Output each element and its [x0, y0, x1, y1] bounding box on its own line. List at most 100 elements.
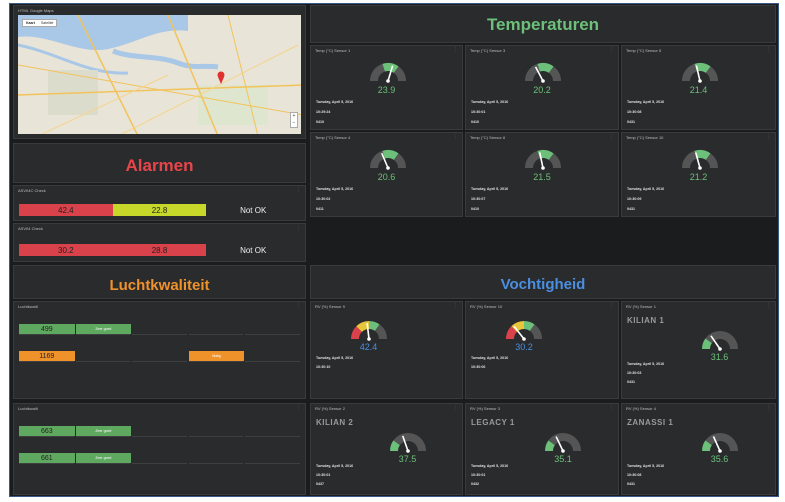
- lk-value-text: 661: [40, 454, 53, 462]
- gauge-panel-title: RV (%) Sensor 4: [626, 406, 656, 411]
- panel-menu-icon[interactable]: ⋮: [296, 225, 301, 231]
- panel-menu-icon[interactable]: ⋮: [296, 303, 301, 309]
- lk-value: 1169: [19, 351, 75, 361]
- map-zoom-control[interactable]: + −: [290, 112, 298, 128]
- temperaturen-title: Temperaturen: [486, 15, 600, 34]
- lk-value-text: 499: [40, 325, 53, 333]
- gauge-band: [537, 63, 554, 74]
- gauge-hub: [541, 166, 545, 170]
- gauge-band: [705, 153, 718, 169]
- gauge-value: 42.4: [359, 342, 378, 352]
- panel-menu-icon[interactable]: ⋮: [609, 47, 614, 53]
- lk-grid-line: [132, 334, 187, 335]
- panel-menu-icon[interactable]: ⋮: [453, 47, 458, 53]
- gauge-value: 37.5: [398, 454, 417, 464]
- panel-menu-icon[interactable]: ⋮: [609, 303, 614, 309]
- gauge-panel-title: RV (%) Sensor 2: [315, 406, 345, 411]
- alarm-status: Not OK: [206, 244, 300, 256]
- panel-menu-icon[interactable]: ⋮: [766, 134, 771, 140]
- gauge-dial: [701, 331, 738, 351]
- map-view[interactable]: Kaart Satelliet + −: [18, 15, 301, 134]
- gauge-extra: 0411: [316, 207, 324, 211]
- rh-gauge-panel: RV (%) Sensor 10 ⋮ 30.2 Tuesday, April 5, 2…: [465, 301, 619, 399]
- lk-grid-line: [188, 334, 244, 335]
- gauge-hub: [405, 449, 410, 453]
- gauge-time: 10:30:10: [316, 365, 331, 369]
- lk-grid-line: [188, 361, 244, 362]
- gauge-band: [693, 150, 711, 161]
- gauge-date: Tuesday, April 5, 2016: [316, 187, 354, 191]
- lk-row: 663 Zeer goed: [19, 426, 300, 437]
- gauge-time: 10:30:01: [316, 473, 331, 477]
- gauge-time: 10:30:07: [471, 197, 486, 201]
- gauge-extra: 0431: [627, 207, 635, 211]
- gauge-band: [681, 63, 697, 82]
- panel-menu-icon[interactable]: ⋮: [296, 187, 301, 193]
- panel-menu-icon[interactable]: ⋮: [453, 405, 458, 411]
- panel-menu-icon[interactable]: ⋮: [766, 47, 771, 53]
- map-type-satellite-button[interactable]: Satelliet: [38, 20, 56, 26]
- lk-grid-line: [132, 463, 187, 464]
- lk-row: 1169 Matig: [19, 351, 300, 362]
- gauge-hub: [385, 79, 390, 83]
- panel-menu-icon[interactable]: ⋮: [766, 405, 771, 411]
- map-type-map-button[interactable]: Kaart: [23, 20, 38, 26]
- lk-grid-line: [132, 436, 187, 437]
- alarmen-title: Alarmen: [125, 156, 194, 175]
- panel-menu-icon[interactable]: ⋮: [609, 134, 614, 140]
- gauge-band: [506, 326, 518, 340]
- gauge-time: 10:30:03: [627, 371, 642, 375]
- gauge-date: Tuesday, April 5, 2016: [471, 187, 509, 191]
- lk-tag: Zeer goed: [75, 426, 132, 436]
- gauge-panel-title: Temp (°C) Sensor 10: [626, 135, 664, 140]
- lk-grid-line: [188, 436, 244, 437]
- panel-menu-icon[interactable]: ⋮: [609, 405, 614, 411]
- lk-grid-line: [245, 361, 300, 362]
- lk-grid-line: [19, 436, 74, 437]
- gauge-value: 23.9: [377, 85, 396, 95]
- gauge-hub: [366, 337, 371, 341]
- gauge-dial: [701, 433, 738, 453]
- lk-grid-line: [188, 463, 244, 464]
- lk-panel-1: Luchtkwalit ⋮ 499 Zeer goed 1169 Matig: [13, 301, 306, 399]
- gauge-band: [681, 150, 697, 169]
- panel-menu-icon[interactable]: ⋮: [453, 303, 458, 309]
- gauge-dial: [525, 150, 561, 170]
- gauge-date: Tuesday, April 5, 2016: [316, 464, 354, 468]
- gauge-band: [704, 433, 738, 452]
- lk-grid-line: [245, 436, 300, 437]
- map-type-control: Kaart Satelliet: [22, 19, 58, 27]
- sensor-name: KILIAN 1: [627, 316, 665, 325]
- sensor-name: ZANASSI 1: [627, 418, 674, 427]
- alarm-value-1: 42.4: [19, 204, 113, 216]
- gauge-hub: [385, 166, 390, 170]
- gauge-panel-title: Temp (°C) Sensor 4: [315, 135, 351, 140]
- gauge-band: [392, 433, 426, 452]
- gauge-band: [545, 440, 556, 452]
- gauge-date: Tuesday, April 5, 2016: [316, 356, 354, 360]
- gauge-extra: 0410: [471, 207, 479, 211]
- lk-tag: Zeer goed: [75, 453, 132, 463]
- alarm-value-1: 30.2: [19, 244, 113, 256]
- gauge-band: [389, 440, 400, 452]
- lk-grid-line: [75, 436, 131, 437]
- panel-menu-icon[interactable]: ⋮: [766, 303, 771, 309]
- gauge-band: [374, 324, 387, 340]
- gauge-dial: [369, 150, 406, 170]
- panel-menu-icon[interactable]: ⋮: [296, 405, 301, 411]
- gauge-band: [525, 150, 541, 169]
- gauge-time: 10:29:24: [316, 110, 331, 114]
- luchtkwaliteit-header-panel: Luchtkwaliteit: [13, 265, 306, 299]
- gauge-band: [529, 324, 542, 340]
- gauge-dial: [506, 321, 542, 341]
- lk-value: 663: [19, 426, 75, 436]
- gauge-band: [369, 150, 385, 169]
- lk-grid-line: [19, 361, 74, 362]
- gauge-value: 31.6: [710, 352, 729, 362]
- alarm-status-text: Not OK: [240, 205, 267, 215]
- gauge-hub: [541, 79, 545, 83]
- panel-menu-icon[interactable]: ⋮: [453, 134, 458, 140]
- lk-value: 499: [19, 324, 75, 334]
- gauge-value: 35.1: [554, 454, 572, 464]
- temp-gauge-panel: Temp (°C) Sensor 5 ⋮ 21.4 Tuesday, April 5,…: [621, 45, 776, 130]
